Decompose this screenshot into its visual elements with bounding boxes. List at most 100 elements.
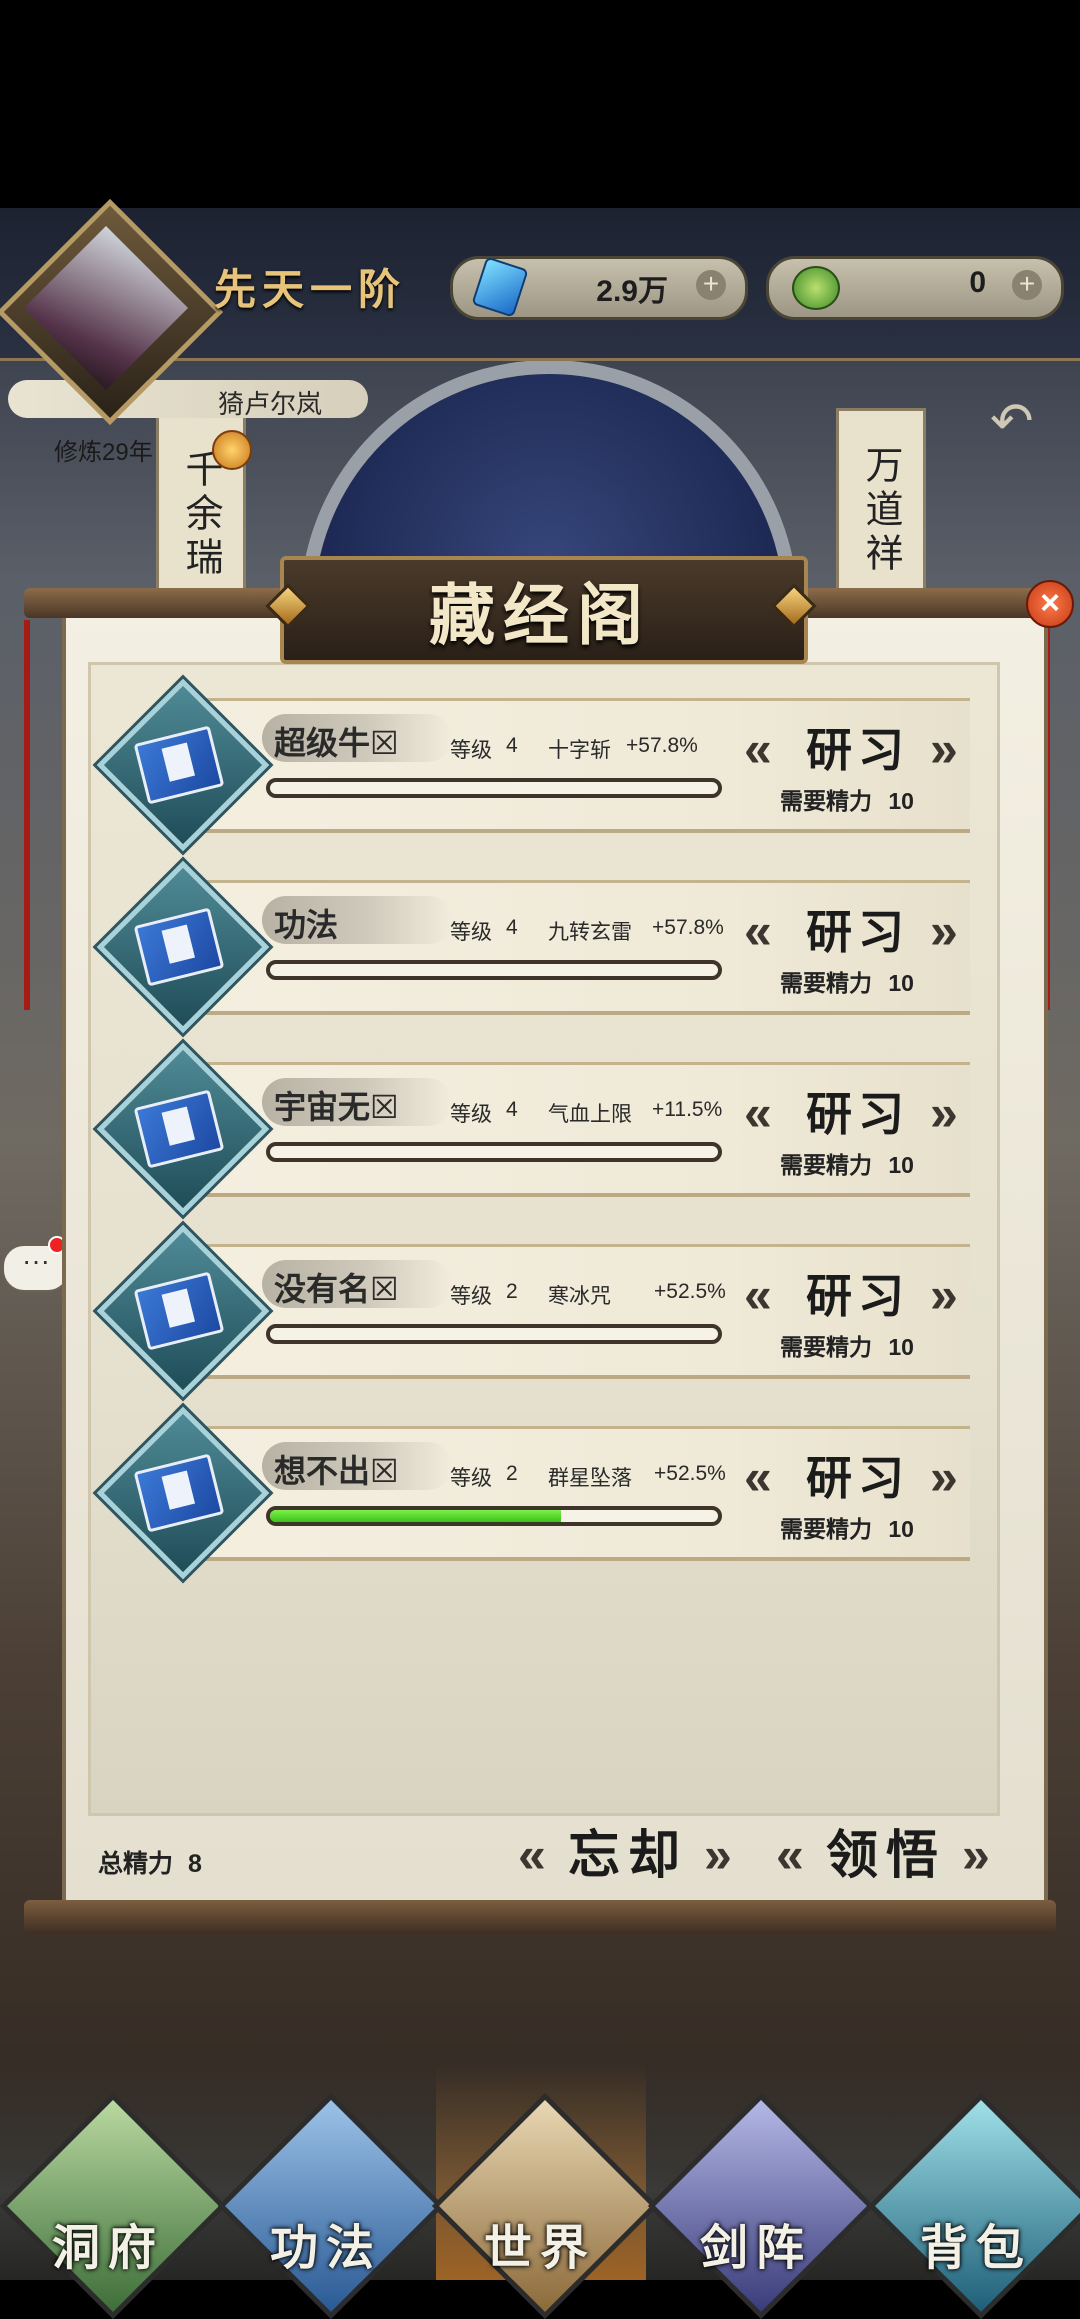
skill-progress-bar bbox=[266, 1324, 722, 1344]
skill-progress-bar bbox=[266, 778, 722, 798]
skill-effect: 气血上限 bbox=[548, 1103, 632, 1126]
nav-label: 剑阵 bbox=[699, 2220, 812, 2276]
skill-effect: 十字斩 bbox=[548, 739, 611, 762]
energy-cost: 需要精力 10 bbox=[780, 1510, 914, 1544]
study-button[interactable]: « 研习 » bbox=[744, 1084, 970, 1144]
technique-book-icon bbox=[217, 2092, 445, 2319]
skill-level: 2 bbox=[506, 1462, 518, 1485]
energy-cost-value: 10 bbox=[888, 1334, 914, 1360]
total-energy: 总精力 8 bbox=[98, 1844, 202, 1880]
study-button-label: 研习 bbox=[806, 723, 910, 777]
skill-name: 宇宙无☒ bbox=[274, 1089, 399, 1125]
nav-cave[interactable]: 洞府 bbox=[0, 2064, 227, 2319]
right-hanging-scroll: 万道祥 bbox=[836, 408, 926, 614]
skill-effect: 群星坠落 bbox=[548, 1467, 632, 1490]
skill-level-label: 等级 bbox=[450, 1103, 492, 1126]
energy-cost: 需要精力 10 bbox=[780, 1146, 914, 1180]
energy-cost: 需要精力 10 bbox=[780, 1328, 914, 1362]
skill-progress-fill bbox=[270, 1510, 562, 1522]
study-button-label: 研习 bbox=[806, 1087, 910, 1141]
skill-bonus: +57.8% bbox=[652, 916, 724, 939]
chevron-right-icon: » bbox=[704, 1827, 732, 1883]
chevron-right-icon: » bbox=[930, 1267, 958, 1323]
total-energy-label: 总精力 bbox=[98, 1850, 174, 1878]
skill-bonus: +52.5% bbox=[654, 1280, 726, 1303]
skill-level: 4 bbox=[506, 1098, 518, 1121]
skill-progress-bar bbox=[266, 960, 722, 980]
skill-name: 没有名☒ bbox=[274, 1271, 399, 1307]
cultivation-years: 修炼29年 bbox=[54, 439, 153, 466]
skill-level-label: 等级 bbox=[450, 739, 492, 762]
close-button[interactable]: × bbox=[1026, 580, 1074, 628]
nav-label: 背包 bbox=[919, 2220, 1032, 2276]
cave-icon bbox=[0, 2092, 227, 2319]
skill-effect: 寒冰咒 bbox=[548, 1285, 611, 1308]
panel-title: 藏经阁 bbox=[429, 576, 651, 654]
nav-label: 功法 bbox=[269, 2220, 382, 2276]
skill-level: 2 bbox=[506, 1280, 518, 1303]
skill-progress-bar bbox=[266, 1142, 722, 1162]
nav-sword-array[interactable]: 剑阵 bbox=[647, 2064, 875, 2319]
comprehend-button-label: 领悟 bbox=[825, 1825, 946, 1886]
skill-bonus: +52.5% bbox=[654, 1462, 726, 1485]
study-button[interactable]: « 研习 » bbox=[744, 720, 970, 780]
energy-cost-label: 需要精力 bbox=[780, 1334, 872, 1360]
energy-cost-value: 10 bbox=[888, 1152, 914, 1178]
study-button-label: 研习 bbox=[806, 1451, 910, 1505]
total-energy-value: 8 bbox=[187, 1850, 202, 1878]
energy-cost-value: 10 bbox=[888, 970, 914, 996]
energy-cost-label: 需要精力 bbox=[780, 788, 872, 814]
nav-backpack[interactable]: 背包 bbox=[867, 2064, 1080, 2319]
nav-world[interactable]: 世界 bbox=[431, 2064, 659, 2319]
nav-label: 世界 bbox=[483, 2220, 596, 2276]
chevron-left-icon: « bbox=[518, 1827, 546, 1883]
study-button[interactable]: « 研习 » bbox=[744, 1448, 970, 1508]
energy-cost: 需要精力 10 bbox=[780, 964, 914, 998]
skill-name: 功法 bbox=[274, 907, 339, 943]
jade-icon bbox=[792, 266, 840, 310]
study-button[interactable]: « 研习 » bbox=[744, 1266, 970, 1326]
realm-title: 先天一阶 bbox=[214, 265, 407, 314]
add-jade-button[interactable]: + bbox=[1012, 270, 1042, 300]
skill-level-label: 等级 bbox=[450, 1285, 492, 1308]
nav-techniques[interactable]: 功法 bbox=[217, 2064, 445, 2319]
sword-icon bbox=[647, 2092, 875, 2319]
energy-cost: 需要精力 10 bbox=[780, 782, 914, 816]
world-icon bbox=[431, 2092, 659, 2319]
gold-coin-icon bbox=[212, 430, 252, 470]
study-button[interactable]: « 研习 » bbox=[744, 902, 970, 962]
back-arrow-icon[interactable]: ↶ bbox=[990, 392, 1034, 452]
forget-button-label: 忘却 bbox=[567, 1825, 688, 1886]
skill-level: 4 bbox=[506, 734, 518, 757]
skill-name: 想不出☒ bbox=[274, 1453, 399, 1489]
chevron-right-icon: » bbox=[962, 1827, 990, 1883]
skill-effect: 九转玄雷 bbox=[548, 921, 632, 944]
backpack-icon bbox=[867, 2092, 1080, 2319]
skill-bonus: +57.8% bbox=[626, 734, 698, 757]
skill-progress-bar bbox=[266, 1506, 722, 1526]
chevron-left-icon: « bbox=[776, 1827, 804, 1883]
chevron-right-icon: » bbox=[930, 1449, 958, 1505]
study-button-label: 研习 bbox=[806, 905, 910, 959]
skill-list-area bbox=[88, 662, 1000, 1816]
crystal-value: 2.9万 bbox=[596, 275, 668, 308]
scroll-rod-bottom bbox=[24, 1900, 1056, 1934]
add-crystal-button[interactable]: + bbox=[696, 270, 726, 300]
energy-cost-label: 需要精力 bbox=[780, 970, 872, 996]
energy-cost-label: 需要精力 bbox=[780, 1516, 872, 1542]
nav-label: 洞府 bbox=[51, 2220, 164, 2276]
skill-level-label: 等级 bbox=[450, 921, 492, 944]
energy-cost-value: 10 bbox=[888, 1516, 914, 1542]
chevron-right-icon: » bbox=[930, 721, 958, 777]
skill-level-label: 等级 bbox=[450, 1467, 492, 1490]
skill-name: 超级牛☒ bbox=[274, 725, 399, 761]
chevron-right-icon: » bbox=[930, 903, 958, 959]
study-button-label: 研习 bbox=[806, 1269, 910, 1323]
player-name: 猗卢尔岚 bbox=[218, 389, 323, 419]
skill-bonus: +11.5% bbox=[652, 1098, 723, 1121]
jade-value: 0 bbox=[969, 266, 986, 299]
chevron-right-icon: » bbox=[930, 1085, 958, 1141]
energy-cost-label: 需要精力 bbox=[780, 1152, 872, 1178]
energy-cost-value: 10 bbox=[888, 788, 914, 814]
left-cord bbox=[24, 620, 30, 1010]
